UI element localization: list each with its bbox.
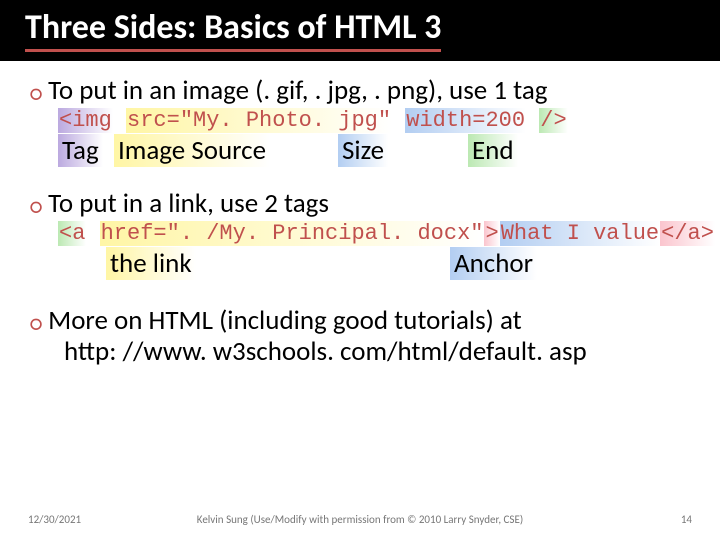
code1-width: width=200 xyxy=(405,108,526,133)
footer-date: 12/30/2021 xyxy=(28,513,81,526)
label-tag: Tag xyxy=(58,134,103,167)
slide-title: Three Sides: Basics of HTML 3 xyxy=(25,9,441,51)
bullet-2: ○ To put in a link, use 2 tags xyxy=(30,188,690,219)
label-link: the link xyxy=(106,247,196,280)
bullet-icon: ○ xyxy=(30,313,42,335)
bullet-icon: ○ xyxy=(30,83,42,105)
labels-row-2: the link Anchor xyxy=(58,247,690,281)
code2-gt: > xyxy=(484,221,499,246)
labels-row-1: Tag Image Source Size End xyxy=(58,134,690,168)
footer-credit: Kelvin Sung (Use/Modify with permission … xyxy=(0,513,720,526)
code-line-2: <a href=". /My. Principal. docx">What I … xyxy=(58,221,690,246)
slide-content: ○ To put in an image (. gif, . jpg, . pn… xyxy=(0,61,720,367)
code1-sp2 xyxy=(392,108,405,133)
bullet-2-text: To put in a link, use 2 tags xyxy=(48,188,329,219)
code2-text: What I value xyxy=(500,221,660,246)
label-source: Image Source xyxy=(114,134,270,167)
code1-tag: <img xyxy=(58,108,113,133)
code2-href: href=". /My. Principal. docx" xyxy=(100,221,485,246)
label-size: Size xyxy=(338,134,388,167)
code2-open: <a xyxy=(58,221,86,246)
bullet-3-sub: http: //www. w3schools. com/html/default… xyxy=(64,336,690,367)
footer-page-number: 14 xyxy=(681,513,692,526)
title-bar: Three Sides: Basics of HTML 3 xyxy=(0,0,720,61)
code2-sp1 xyxy=(86,221,99,246)
label-anchor: Anchor xyxy=(450,247,537,280)
bullet-3-text: More on HTML (including good tutorials) … xyxy=(48,305,522,336)
bullet-1-text: To put in an image (. gif, . jpg, . png)… xyxy=(48,75,547,106)
bullet-1: ○ To put in an image (. gif, . jpg, . pn… xyxy=(30,75,690,106)
code1-sp3 xyxy=(526,108,539,133)
footer: 12/30/2021 Kelvin Sung (Use/Modify with … xyxy=(0,513,720,526)
bullet-3: ○ More on HTML (including good tutorials… xyxy=(30,305,690,336)
code1-sp1 xyxy=(113,108,126,133)
code2-close: </a> xyxy=(660,221,715,246)
label-end: End xyxy=(468,134,518,167)
code1-end: /> xyxy=(539,108,567,133)
bullet-icon: ○ xyxy=(30,196,42,218)
code-line-1: <img src="My. Photo. jpg" width=200 /> xyxy=(58,108,690,133)
code1-src: src="My. Photo. jpg" xyxy=(126,108,392,133)
